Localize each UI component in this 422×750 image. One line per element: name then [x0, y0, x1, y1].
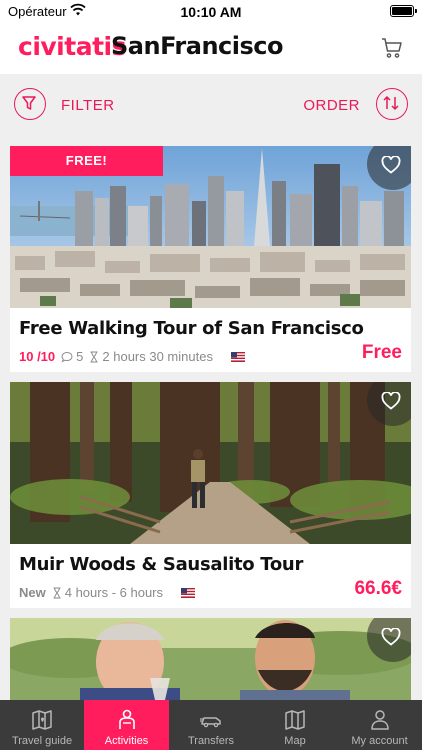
funnel-icon: [22, 96, 37, 111]
filter-bar: FILTER ORDER: [0, 74, 422, 136]
duration: 4 hours - 6 hours: [64, 585, 164, 600]
duration: 2 hours 30 minutes: [102, 349, 213, 364]
activity-card[interactable]: FREE! Free Walking Tour of San Francisco…: [10, 146, 411, 372]
tab-map[interactable]: Map: [253, 700, 337, 750]
tab-my-account[interactable]: My account: [337, 700, 422, 750]
tab-label: Travel guide: [11, 735, 73, 747]
filter-label[interactable]: FILTER: [61, 97, 115, 114]
clock: 10:10 AM: [180, 4, 242, 20]
account-icon: [370, 710, 389, 730]
status-bar: Opérateur 10:10 AM: [0, 0, 422, 24]
price: 66.6€: [354, 578, 402, 599]
map-book-icon: [32, 710, 52, 730]
filter-button[interactable]: [14, 88, 46, 120]
app-header: civitatis SanFrancisco: [0, 24, 422, 74]
heart-icon: [381, 392, 401, 410]
new-tag: New: [19, 585, 46, 600]
activity-meta: New 4 hours - 6 hours: [19, 585, 196, 600]
activity-title[interactable]: Muir Woods & Sausalito Tour: [19, 554, 303, 575]
review-count: 5: [76, 349, 84, 364]
car-icon: [200, 717, 221, 728]
us-flag-icon: [230, 351, 245, 362]
tab-activities[interactable]: Activities: [84, 700, 169, 750]
tab-label: My account: [351, 735, 408, 747]
brand-logo[interactable]: civitatis: [18, 32, 126, 61]
city-title: SanFrancisco: [111, 32, 284, 60]
tab-label: Transfers: [187, 735, 235, 747]
map-icon: [285, 710, 305, 730]
sort-arrows-icon: [383, 96, 399, 111]
activity-card[interactable]: [10, 618, 411, 700]
tab-transfers[interactable]: Transfers: [169, 700, 253, 750]
person-icon: [118, 709, 135, 729]
heart-icon: [381, 628, 401, 646]
tab-label: Activities: [104, 735, 149, 747]
us-flag-icon: [181, 587, 196, 598]
tab-travel-guide[interactable]: Travel guide: [0, 700, 84, 750]
activity-title[interactable]: Free Walking Tour of San Francisco: [19, 318, 364, 339]
price: Free: [361, 342, 402, 363]
battery-icon: [390, 5, 417, 17]
app-screen: Opérateur 10:10 AM civitatis SanFrancisc…: [0, 0, 422, 750]
activity-card[interactable]: Muir Woods & Sausalito Tour New 4 hours …: [10, 382, 411, 608]
free-badge: FREE!: [10, 146, 163, 176]
card-photo-san-francisco-skyline: FREE!: [10, 146, 411, 308]
activity-meta: 10 /10 5 2 hours 30 minutes: [19, 349, 245, 364]
tab-label: Map: [284, 735, 306, 747]
cart-icon[interactable]: [380, 36, 404, 60]
bottom-tab-bar: Travel guide Activities Transfers Map My…: [0, 700, 422, 750]
hourglass-icon: [53, 587, 61, 598]
card-photo-wine-tasting: [10, 618, 411, 700]
comment-icon: [61, 351, 73, 363]
heart-icon: [381, 156, 401, 174]
order-button[interactable]: [376, 88, 408, 120]
card-photo-redwood-forest: [10, 382, 411, 544]
order-label[interactable]: ORDER: [303, 97, 360, 114]
rating-score: 10 /10: [19, 349, 56, 364]
hourglass-icon: [90, 351, 98, 362]
